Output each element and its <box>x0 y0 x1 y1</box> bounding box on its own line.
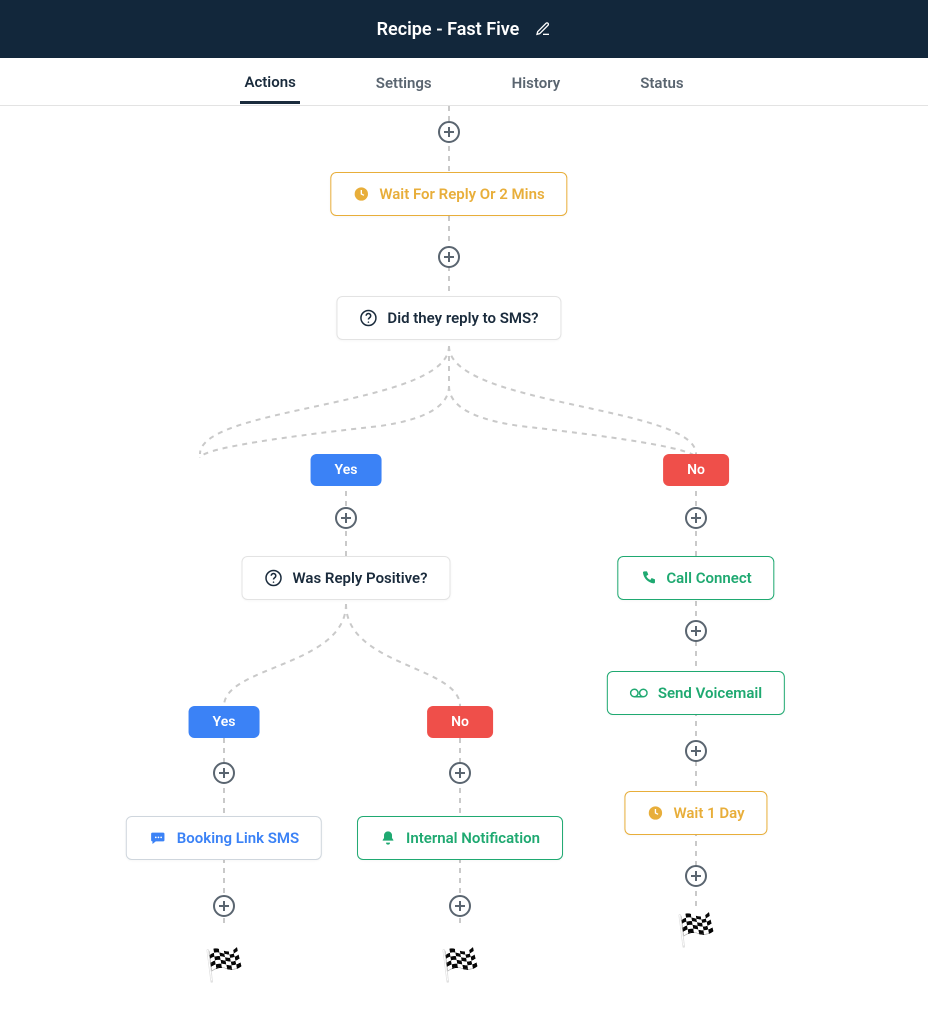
add-step-button[interactable] <box>449 895 471 917</box>
tab-actions[interactable]: Actions <box>240 59 299 104</box>
add-step-button[interactable] <box>685 507 707 529</box>
decision-label: Did they reply to SMS? <box>387 309 538 327</box>
sms-icon <box>149 830 167 846</box>
bell-icon <box>380 830 396 846</box>
tab-status[interactable]: Status <box>636 60 687 104</box>
add-step-button[interactable] <box>685 740 707 762</box>
voicemail-icon <box>630 686 648 700</box>
add-step-button[interactable] <box>213 895 235 917</box>
page-title: Recipe - Fast Five <box>377 19 520 40</box>
tab-settings[interactable]: Settings <box>372 60 436 104</box>
app-header: Recipe - Fast Five <box>0 0 928 58</box>
tab-bar: Actions Settings History Status <box>0 58 928 106</box>
connectors <box>0 106 928 1024</box>
workflow-canvas[interactable]: Wait For Reply Or 2 Mins Did they reply … <box>0 106 928 1024</box>
add-step-button[interactable] <box>438 246 460 268</box>
add-step-button[interactable] <box>335 507 357 529</box>
add-step-button[interactable] <box>213 762 235 784</box>
add-step-button[interactable] <box>685 865 707 887</box>
wait-label: Wait For Reply Or 2 Mins <box>379 185 544 203</box>
add-step-button[interactable] <box>685 620 707 642</box>
branch-yes[interactable]: Yes <box>311 454 382 486</box>
call-label: Call Connect <box>666 569 751 587</box>
wait-node[interactable]: Wait 1 Day <box>624 791 767 835</box>
question-icon <box>359 309 377 327</box>
wait-label: Wait 1 Day <box>673 804 744 822</box>
decision-label: Was Reply Positive? <box>293 569 428 587</box>
booking-sms-node[interactable]: Booking Link SMS <box>126 816 322 860</box>
question-icon <box>265 569 283 587</box>
finish-icon: 🏁 <box>204 946 244 984</box>
decision-node[interactable]: Was Reply Positive? <box>242 556 451 600</box>
voicemail-label: Send Voicemail <box>658 684 762 702</box>
edit-icon[interactable] <box>535 21 551 37</box>
finish-icon: 🏁 <box>440 946 480 984</box>
tab-history[interactable]: History <box>508 60 565 104</box>
decision-node[interactable]: Did they reply to SMS? <box>336 296 561 340</box>
clock-icon <box>647 805 663 821</box>
call-connect-node[interactable]: Call Connect <box>617 556 774 600</box>
add-step-button[interactable] <box>438 121 460 143</box>
add-step-button[interactable] <box>449 762 471 784</box>
internal-label: Internal Notification <box>406 829 540 847</box>
clock-icon <box>353 186 369 202</box>
branch-no[interactable]: No <box>427 706 493 738</box>
branch-yes[interactable]: Yes <box>189 706 260 738</box>
finish-icon: 🏁 <box>676 911 716 949</box>
internal-notification-node[interactable]: Internal Notification <box>357 816 563 860</box>
branch-no[interactable]: No <box>663 454 729 486</box>
voicemail-node[interactable]: Send Voicemail <box>607 671 785 715</box>
booking-label: Booking Link SMS <box>177 829 299 847</box>
wait-node[interactable]: Wait For Reply Or 2 Mins <box>330 172 567 216</box>
phone-icon <box>640 570 656 586</box>
